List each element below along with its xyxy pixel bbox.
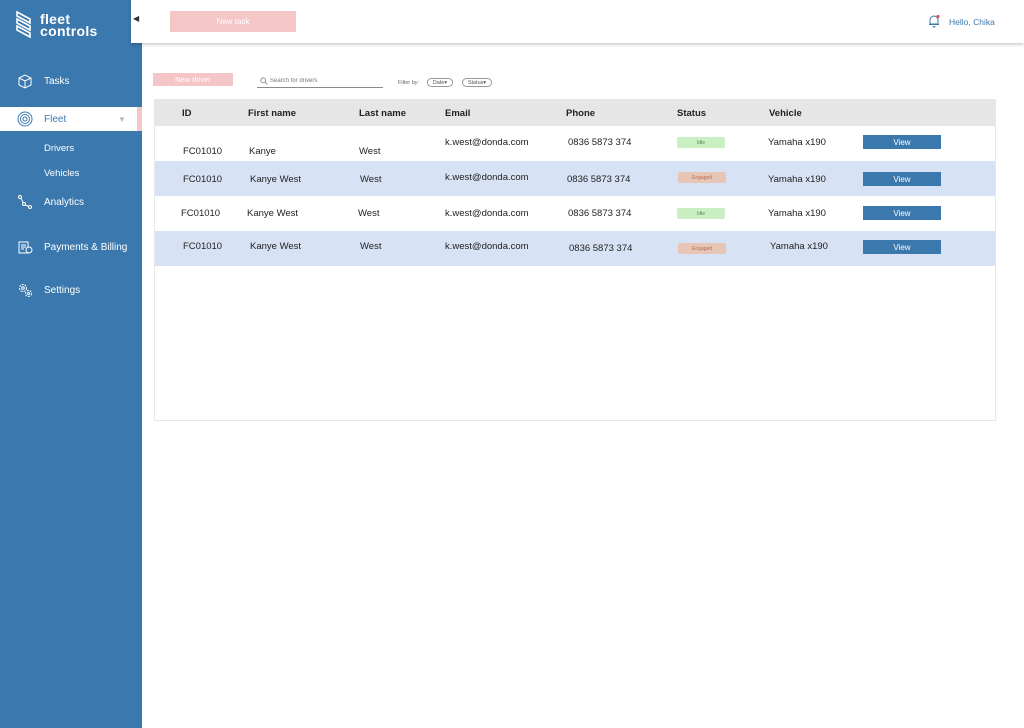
user-greeting[interactable]: Hello, Chika [949,17,995,27]
column-header-vehicle: Vehicle [769,108,802,119]
sidebar-item-payments-billing[interactable]: Payments & Billing [0,235,142,259]
cell-first-name: Kanye [249,146,276,157]
sidebar-item-label: Tasks [44,75,70,87]
filter-status-label: Status [467,79,484,86]
top-bar: ◀ New task Hello, Chika [131,0,1024,43]
cell-id: FC01010 [181,208,221,219]
cell-email: k.west@donda.com [445,208,529,219]
table-row[interactable]: FC01010 Kanye West West k.west@donda.com… [155,196,995,231]
cell-phone: 0836 5873 374 [568,208,632,219]
filter-date-dropdown[interactable]: Date ▾ [427,78,453,87]
billing-icon [16,238,34,256]
chevron-down-icon: ▼ [118,114,126,124]
app: fleet controls Tasks Fleet ▼ Drivers Veh… [0,0,1024,728]
view-button[interactable]: View [863,206,941,220]
column-header-email: Email [445,108,471,119]
search-field [257,74,383,88]
column-header-first-name: First name [248,108,297,119]
brand-name: fleet controls [40,12,98,39]
status-badge: Engaged [678,172,726,183]
view-button[interactable]: View [863,240,941,254]
search-icon [260,76,268,85]
gear-icon [16,281,34,299]
sidebar: fleet controls Tasks Fleet ▼ Drivers Veh… [0,0,142,728]
cell-phone: 0836 5873 374 [567,174,631,185]
new-driver-button[interactable]: New driver [153,73,233,86]
table-row[interactable]: FC01010 Kanye West k.west@donda.com 0836… [155,126,995,161]
analytics-icon [16,193,34,211]
cell-last-name: West [360,174,382,185]
status-badge: Engaged [678,243,726,254]
sidebar-item-fleet[interactable]: Fleet ▼ [0,107,142,131]
sidebar-subitem-vehicles[interactable]: Vehicles [44,168,79,179]
cell-vehicle: Yamaha x190 [768,137,826,148]
cell-phone: 0836 5873 374 [569,243,633,254]
drivers-table: ID First name Last name Email Phone Stat… [154,99,996,421]
filter-status-dropdown[interactable]: Status ▾ [462,78,492,87]
cell-first-name: Kanye West [247,208,299,219]
status-badge: Idle [677,137,725,148]
notification-bell-icon[interactable] [928,14,940,28]
filter-date-label: Date [432,79,445,86]
status-badge: Idle [677,208,725,219]
cell-phone: 0836 5873 374 [568,137,632,148]
cell-id: FC01010 [183,174,223,185]
filter-label: Filter by: [398,80,420,86]
fingerprint-icon [16,110,34,128]
column-header-phone: Phone [566,108,596,119]
brand-logo[interactable]: fleet controls [14,10,98,40]
sidebar-item-settings[interactable]: Settings [0,278,142,302]
sidebar-item-label: Settings [44,284,81,296]
sidebar-item-label: Fleet [44,113,67,125]
cell-vehicle: Yamaha x190 [768,174,826,185]
logo-icon [16,10,31,39]
column-header-last-name: Last name [359,108,406,119]
sidebar-item-analytics[interactable]: Analytics [0,190,142,214]
sidebar-item-label: Analytics [44,196,85,208]
column-header-status: Status [677,108,707,119]
cell-last-name: West [359,146,381,157]
cell-email: k.west@donda.com [445,172,529,183]
cell-vehicle: Yamaha x190 [768,208,826,219]
cell-email: k.west@donda.com [445,137,529,148]
collapse-sidebar-icon[interactable]: ◀ [133,14,141,26]
table-row[interactable]: FC01010 Kanye West West k.west@donda.com… [155,231,995,266]
chevron-down-icon: ▾ [483,79,487,86]
cell-id: FC01010 [183,241,223,252]
cell-email: k.west@donda.com [445,241,529,252]
sidebar-item-label: Payments & Billing [44,241,128,253]
cell-first-name: Kanye West [250,241,302,252]
table-row[interactable]: FC01010 Kanye West West k.west@donda.com… [155,161,995,196]
brand-line-2: controls [40,23,98,39]
view-button[interactable]: View [863,135,941,149]
view-button[interactable]: View [863,172,941,186]
sidebar-subitem-drivers[interactable]: Drivers [44,143,74,154]
cell-last-name: West [360,241,382,252]
table-header: ID First name Last name Email Phone Stat… [155,100,995,126]
cell-id: FC01010 [183,146,223,157]
search-input[interactable] [270,77,375,84]
sidebar-item-tasks[interactable]: Tasks [0,69,142,93]
column-header-id: ID [182,108,192,119]
box-icon [16,72,34,90]
chevron-down-icon: ▾ [444,79,448,86]
cell-vehicle: Yamaha x190 [770,241,828,252]
cell-first-name: Kanye West [250,174,302,185]
cell-last-name: West [358,208,380,219]
new-task-button[interactable]: New task [170,11,296,32]
